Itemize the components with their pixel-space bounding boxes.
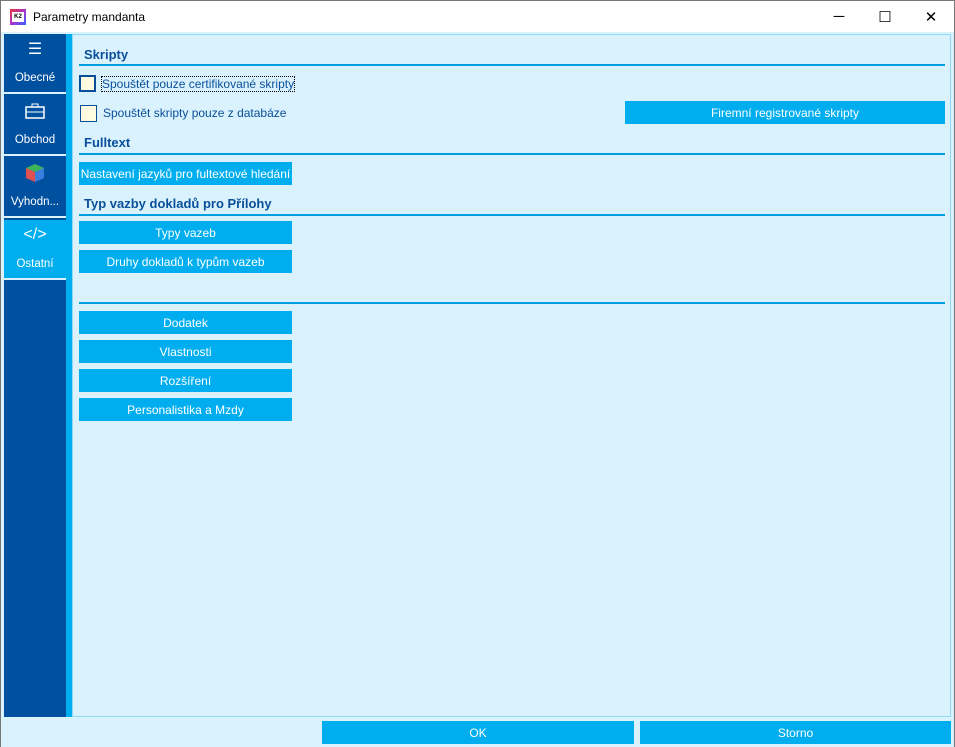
code-icon: </> bbox=[23, 226, 47, 243]
certified-scripts-label[interactable]: Spouštět pouze certifikované skripty bbox=[100, 76, 296, 92]
divider bbox=[79, 153, 945, 155]
cube-icon bbox=[4, 158, 66, 188]
dialog-body: ☰ Obecné Obchod Vyhodn... </> Ostatní Sk… bbox=[1, 32, 954, 747]
vlastnosti-button[interactable]: Vlastnosti bbox=[79, 340, 292, 363]
sidebar: ☰ Obecné Obchod Vyhodn... </> Ostatní bbox=[4, 34, 66, 717]
sidebar-item-label: Obecné bbox=[14, 72, 56, 84]
sidebar-item-obchod[interactable]: Obchod bbox=[4, 96, 66, 156]
cancel-button[interactable]: Storno bbox=[640, 721, 951, 744]
fulltext-languages-button[interactable]: Nastavení jazyků pro fultextové hledání bbox=[79, 162, 292, 185]
dodatek-button[interactable]: Dodatek bbox=[79, 311, 292, 334]
registered-scripts-button[interactable]: Firemní registrované skripty bbox=[625, 101, 945, 124]
section-title-scripts: Skripty bbox=[84, 47, 129, 62]
list-icon: ☰ bbox=[27, 41, 43, 58]
title-bar: K2 Parametry mandanta ─ ☐ ✕ bbox=[1, 1, 954, 32]
minimize-button[interactable]: ─ bbox=[816, 1, 862, 32]
maximize-button[interactable]: ☐ bbox=[862, 1, 908, 32]
section-title-attachments: Typ vazby dokladů pro Přílohy bbox=[84, 196, 272, 211]
ok-button[interactable]: OK bbox=[322, 721, 634, 744]
divider bbox=[79, 302, 945, 304]
app-icon: K2 bbox=[10, 8, 26, 25]
sidebar-item-label: Ostatní bbox=[16, 258, 54, 270]
sidebar-item-vyhodnoceni[interactable]: Vyhodn... bbox=[4, 158, 66, 218]
briefcase-icon bbox=[4, 96, 66, 126]
app-icon-text: K2 bbox=[12, 11, 24, 22]
sidebar-item-label: Obchod bbox=[14, 134, 56, 146]
divider bbox=[79, 64, 945, 66]
db-scripts-checkbox[interactable] bbox=[80, 105, 97, 122]
certified-scripts-checkbox[interactable] bbox=[79, 75, 96, 92]
divider bbox=[79, 214, 945, 216]
sidebar-item-ostatni[interactable]: </> Ostatní bbox=[4, 220, 66, 280]
window-title: Parametry mandanta bbox=[33, 9, 146, 24]
rozsireni-button[interactable]: Rozšíření bbox=[79, 369, 292, 392]
personalistika-button[interactable]: Personalistika a Mzdy bbox=[79, 398, 292, 421]
section-title-fulltext: Fulltext bbox=[84, 135, 131, 150]
db-scripts-label[interactable]: Spouštět skripty pouze z databáze bbox=[103, 106, 286, 120]
link-types-button[interactable]: Typy vazeb bbox=[79, 221, 292, 244]
sidebar-item-obecne[interactable]: ☰ Obecné bbox=[4, 34, 66, 94]
content-panel: Skripty Spouštět pouze certifikované skr… bbox=[72, 34, 951, 717]
document-types-button[interactable]: Druhy dokladů k typům vazeb bbox=[79, 250, 292, 273]
sidebar-item-label: Vyhodn... bbox=[10, 196, 60, 208]
close-button[interactable]: ✕ bbox=[908, 1, 954, 32]
